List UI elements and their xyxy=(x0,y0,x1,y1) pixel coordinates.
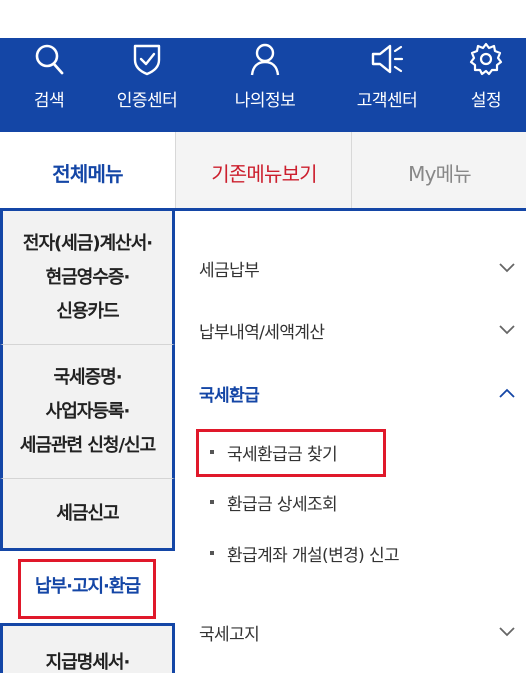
nav-auth-center[interactable]: 인증센터 xyxy=(106,38,188,132)
user-icon xyxy=(250,43,280,76)
chevron-up-icon xyxy=(499,388,515,398)
left-item-certificates[interactable]: 국세증명· 사업자등록· 세금관련 신청/신고 xyxy=(0,345,175,479)
tab-all-menu[interactable]: 전체메뉴 xyxy=(0,132,175,212)
tab-my-menu[interactable]: My메뉴 xyxy=(351,132,526,213)
menu-tabs: 전체메뉴 기존메뉴보기 My메뉴 xyxy=(0,132,526,213)
left-item-e-invoice-line3: 신용카드 xyxy=(56,300,119,322)
left-item-tax-return[interactable]: 세금신고 xyxy=(0,479,175,551)
left-item-payment-statement[interactable]: 지급명세서· xyxy=(0,623,175,673)
submenu-payment-history-label: 납부내역/세액계산 xyxy=(199,322,325,343)
submenu-tax-payment[interactable]: 세금납부 xyxy=(199,248,515,288)
nav-settings[interactable]: 설정 xyxy=(458,38,514,132)
left-item-payment-statement-label: 지급명세서· xyxy=(45,652,131,673)
megaphone-icon xyxy=(371,44,404,74)
submenu-item-find-refund[interactable]: 국세환급금 찾기 xyxy=(210,435,338,469)
bullet-icon xyxy=(210,500,214,504)
left-item-certificates-line1: 국세증명· xyxy=(53,366,122,388)
chevron-down-icon xyxy=(499,263,515,273)
submenu-tax-refund-label: 국세환급 xyxy=(199,385,260,406)
submenu-item-find-refund-label: 국세환급금 찾기 xyxy=(227,444,338,465)
submenu-tax-notice-label: 국세고지 xyxy=(199,624,260,645)
shield-check-icon xyxy=(133,44,161,76)
left-item-tax-return-label: 세금신고 xyxy=(56,502,119,524)
nav-my-info[interactable]: 나의정보 xyxy=(224,38,306,132)
left-item-payment-notice-refund[interactable]: 납부·고지·환급 xyxy=(0,551,175,623)
submenu-item-refund-detail[interactable]: 환급금 상세조회 xyxy=(210,485,338,519)
nav-customer-center[interactable]: 고객센터 xyxy=(346,38,428,132)
tab-classic-menu[interactable]: 기존메뉴보기 xyxy=(175,132,352,213)
submenu-tax-notice[interactable]: 국세고지 xyxy=(199,612,515,652)
chevron-down-icon xyxy=(499,325,515,335)
left-item-certificates-line3: 세금관련 신청/신고 xyxy=(19,434,156,456)
bullet-icon xyxy=(210,551,214,555)
submenu-item-refund-account-label: 환급계좌 개설(변경) 신고 xyxy=(227,545,400,566)
submenu-tax-payment-label: 세금납부 xyxy=(199,260,260,281)
submenu-item-refund-account[interactable]: 환급계좌 개설(변경) 신고 xyxy=(210,536,400,570)
nav-search[interactable]: 검색 xyxy=(16,38,82,132)
left-item-e-invoice[interactable]: 전자(세금)계산서· 현금영수증· 신용카드 xyxy=(0,211,175,345)
left-item-e-invoice-line1: 전자(세금)계산서· xyxy=(22,232,153,254)
nav-settings-label: 설정 xyxy=(470,91,502,111)
nav-search-label: 검색 xyxy=(33,91,65,111)
nav-my-info-label: 나의정보 xyxy=(234,91,296,111)
submenu-payment-history[interactable]: 납부내역/세액계산 xyxy=(199,310,515,350)
gear-icon xyxy=(469,42,503,76)
search-icon xyxy=(35,44,64,75)
left-item-certificates-line2: 사업자등록· xyxy=(45,400,131,422)
submenu-tax-refund[interactable]: 국세환급 xyxy=(199,373,515,413)
nav-auth-center-label: 인증센터 xyxy=(116,91,178,111)
left-item-payment-notice-refund-label: 납부·고지·환급 xyxy=(34,576,141,597)
submenu-item-refund-detail-label: 환급금 상세조회 xyxy=(227,494,338,515)
chevron-down-icon xyxy=(499,627,515,637)
bullet-icon xyxy=(210,450,214,454)
nav-customer-center-label: 고객센터 xyxy=(356,91,418,111)
left-item-e-invoice-line2: 현금영수증· xyxy=(45,266,131,288)
